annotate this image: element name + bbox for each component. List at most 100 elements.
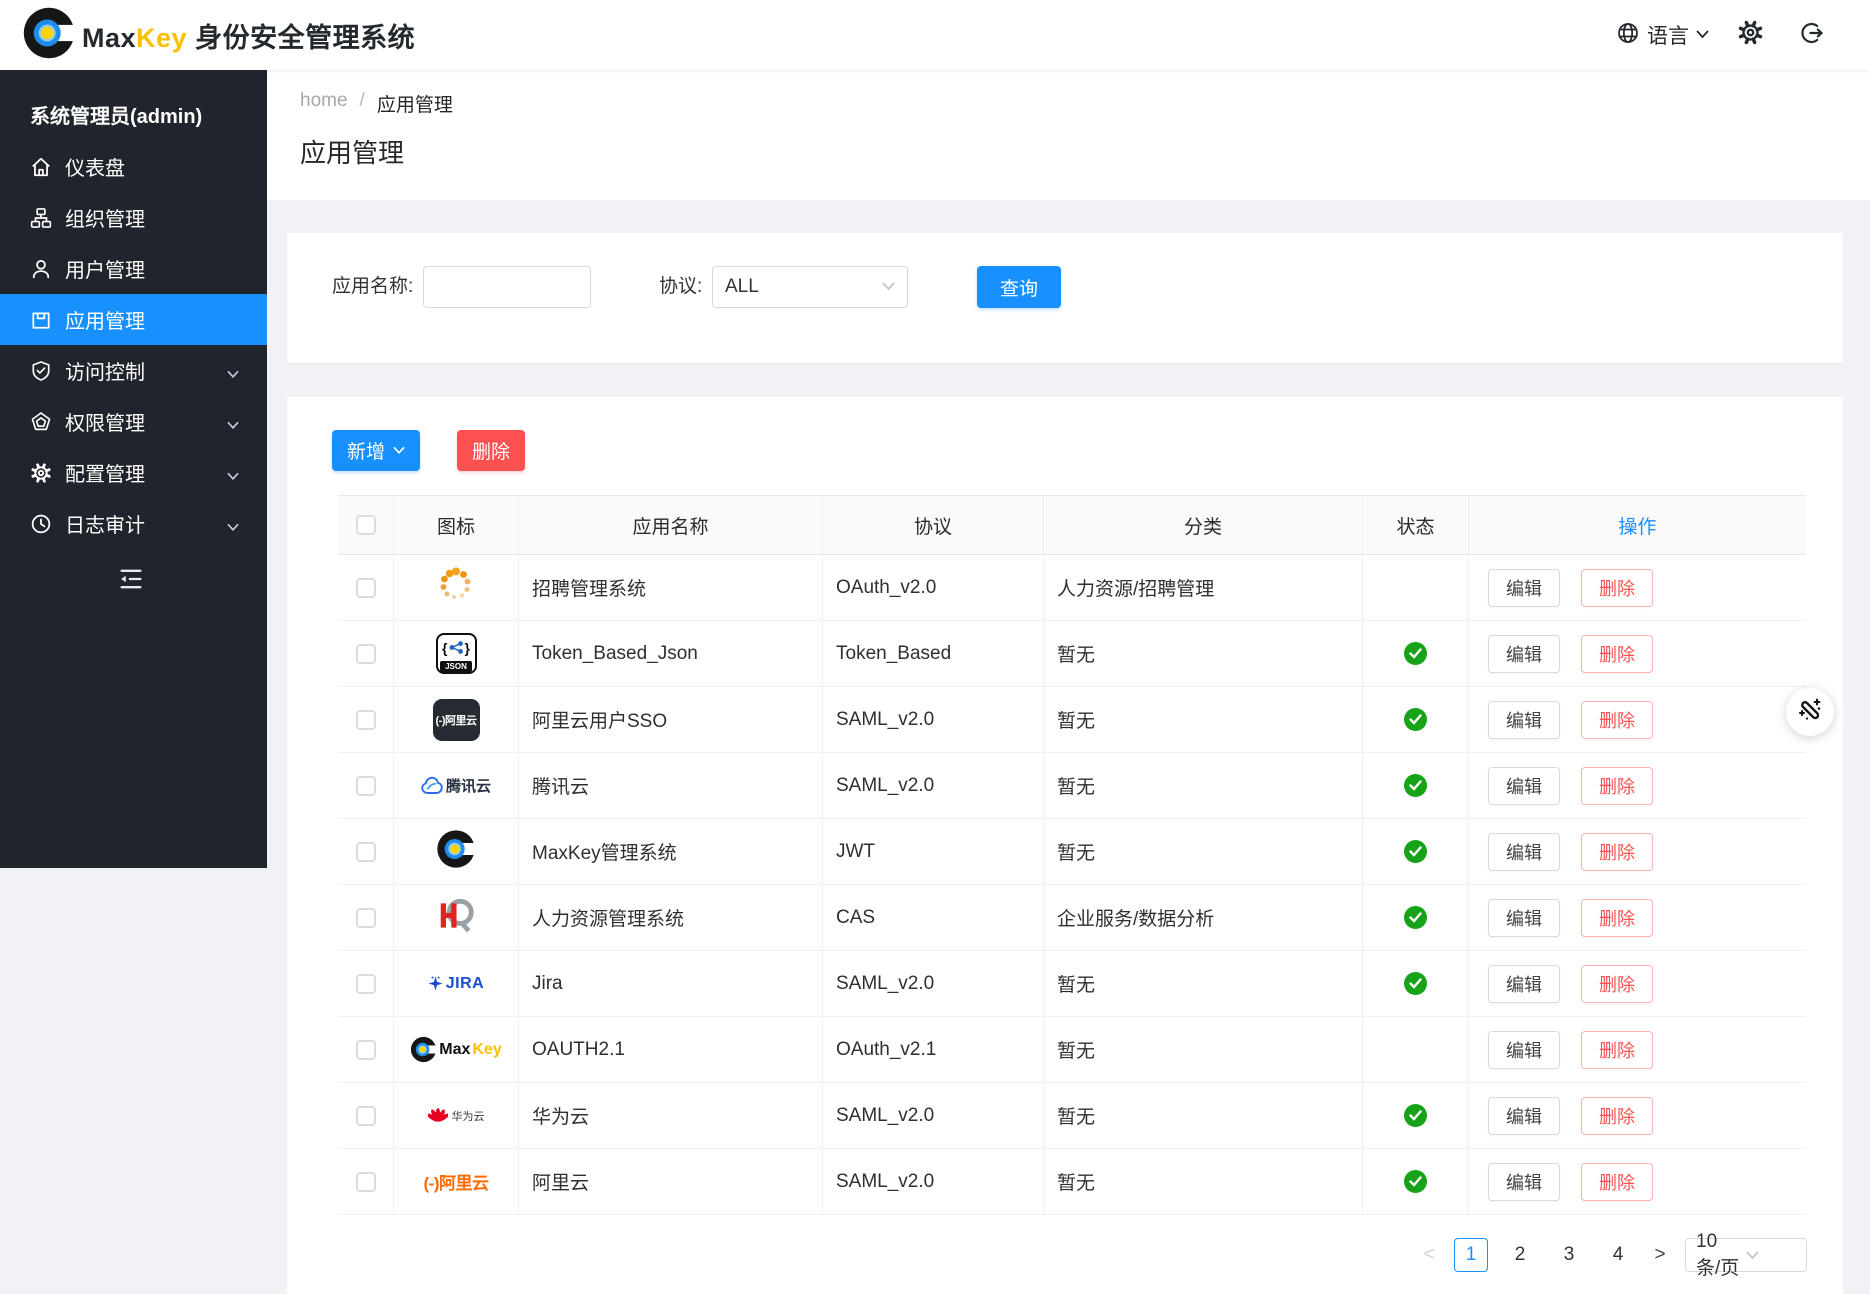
chevron-down-icon [227, 366, 239, 375]
breadcrumb-band: home / 应用管理 应用管理 [267, 70, 1870, 200]
edit-button[interactable]: 编辑 [1488, 1163, 1560, 1201]
row-checkbox[interactable] [356, 974, 376, 994]
sidebar-item-access[interactable]: 访问控制 [0, 345, 267, 396]
delete-row-button[interactable]: 删除 [1581, 965, 1653, 1003]
page-button-4[interactable]: 4 [1601, 1238, 1635, 1272]
edit-button[interactable]: 编辑 [1488, 965, 1560, 1003]
app-header: MaxKey 身份安全管理系统 语言 [0, 0, 1870, 70]
col-header-name: 应用名称 [519, 496, 823, 554]
delete-row-button[interactable]: 删除 [1581, 899, 1653, 937]
sidebar-item-apps[interactable]: 应用管理 [0, 294, 267, 345]
protocol-select[interactable]: ALL [712, 266, 908, 308]
row-checkbox[interactable] [356, 578, 376, 598]
page-size-value: 10 条/页 [1696, 1231, 1746, 1280]
app-protocol: SAML_v2.0 [823, 1083, 1044, 1148]
table-row: MaxKey管理系统 JWT 暂无 编辑 删除 [338, 819, 1806, 885]
sidebar-item-dashboard[interactable]: 仪表盘 [0, 141, 267, 192]
add-button-label: 新增 [347, 437, 385, 464]
next-page-button[interactable]: > [1650, 1244, 1670, 1266]
edit-button[interactable]: 编辑 [1488, 833, 1560, 871]
page-button-3[interactable]: 3 [1552, 1238, 1586, 1272]
app-name-label: 应用名称: [332, 266, 413, 308]
aliyun-dark-icon: (-)阿里云 [433, 699, 480, 741]
row-checkbox[interactable] [356, 908, 376, 928]
app-name: OAUTH2.1 [519, 1017, 823, 1082]
aliyun-orange-icon: (-)阿里云 [424, 1169, 489, 1195]
theme-wand-button[interactable] [1786, 688, 1834, 736]
sidebar-item-label: 用户管理 [65, 254, 145, 283]
breadcrumb-home[interactable]: home [300, 90, 348, 117]
settings-button[interactable] [1733, 0, 1767, 70]
edit-button[interactable]: 编辑 [1488, 569, 1560, 607]
maxkey-logo-icon [22, 6, 76, 65]
table-row: 腾讯云 腾讯云 SAML_v2.0 暂无 编辑 删除 [338, 753, 1806, 819]
edit-button[interactable]: 编辑 [1488, 767, 1560, 805]
logout-button[interactable] [1795, 0, 1829, 70]
sidebar-item-config[interactable]: 配置管理 [0, 447, 267, 498]
sidebar-item-org[interactable]: 组织管理 [0, 192, 267, 243]
delete-row-button[interactable]: 删除 [1581, 767, 1653, 805]
menu-fold-icon[interactable] [116, 565, 146, 593]
page-button-2[interactable]: 2 [1503, 1238, 1537, 1272]
delete-row-button[interactable]: 删除 [1581, 1097, 1653, 1135]
edit-button[interactable]: 编辑 [1488, 1097, 1560, 1135]
status-active-icon [1404, 906, 1427, 929]
edit-button[interactable]: 编辑 [1488, 635, 1560, 673]
col-header-icon: 图标 [394, 496, 519, 554]
table-row: {}JSON Token_Based_Json Token_Based 暂无 编… [338, 621, 1806, 687]
prev-page-button[interactable]: < [1419, 1244, 1439, 1266]
breadcrumb: home / 应用管理 [300, 90, 453, 117]
chevron-down-icon [227, 468, 239, 477]
row-checkbox[interactable] [356, 776, 376, 796]
sidebar-item-label: 访问控制 [65, 356, 145, 385]
table-row: 招聘管理系统 OAuth_v2.0 人力资源/招聘管理 编辑 删除 [338, 555, 1806, 621]
app-protocol: SAML_v2.0 [823, 687, 1044, 752]
row-checkbox[interactable] [356, 842, 376, 862]
bulk-delete-button[interactable]: 删除 [457, 430, 525, 471]
app-category: 暂无 [1044, 621, 1363, 686]
language-switcher[interactable]: 语言 [1616, 0, 1709, 70]
pagination-pages: 1234 [1454, 1238, 1635, 1272]
row-checkbox[interactable] [356, 710, 376, 730]
maxkey-full-icon: MaxKey [410, 1036, 501, 1063]
app-name: Jira [519, 951, 823, 1016]
chevron-down-icon [1696, 26, 1709, 44]
page-size-select[interactable]: 10 条/页 [1685, 1238, 1807, 1272]
select-all-checkbox[interactable] [356, 515, 376, 535]
status-active-icon [1404, 972, 1427, 995]
search-button[interactable]: 查询 [977, 266, 1061, 308]
app-category: 暂无 [1044, 687, 1363, 752]
sidebar-item-permission[interactable]: 权限管理 [0, 396, 267, 447]
chevron-down-icon [227, 417, 239, 426]
edit-button[interactable]: 编辑 [1488, 1031, 1560, 1069]
edit-button[interactable]: 编辑 [1488, 701, 1560, 739]
delete-row-button[interactable]: 删除 [1581, 701, 1653, 739]
delete-row-button[interactable]: 删除 [1581, 1163, 1653, 1201]
delete-row-button[interactable]: 删除 [1581, 569, 1653, 607]
row-checkbox[interactable] [356, 1106, 376, 1126]
clock-icon [30, 513, 52, 535]
row-checkbox[interactable] [356, 1172, 376, 1192]
app-category: 暂无 [1044, 1083, 1363, 1148]
delete-row-button[interactable]: 删除 [1581, 635, 1653, 673]
page-button-1[interactable]: 1 [1454, 1238, 1488, 1272]
add-button[interactable]: 新增 [332, 430, 420, 471]
delete-row-button[interactable]: 删除 [1581, 833, 1653, 871]
user-icon [30, 258, 52, 280]
delete-row-button[interactable]: 删除 [1581, 1031, 1653, 1069]
app-name-input[interactable] [423, 266, 591, 308]
status-active-icon [1404, 1170, 1427, 1193]
jira-icon: JIRA [428, 975, 484, 993]
sidebar-item-label: 组织管理 [65, 203, 145, 232]
magic-wand-icon [1796, 696, 1824, 729]
row-checkbox[interactable] [356, 644, 376, 664]
sidebar-menu: 仪表盘 组织管理 用户管理 应用管理 访问控制 权限管理 配置管理 日志审计 [0, 141, 267, 549]
table-header-row: 图标 应用名称 协议 分类 状态 操作 [338, 495, 1806, 555]
app-name: 阿里云 [519, 1149, 823, 1214]
status-active-icon [1404, 840, 1427, 863]
status-active-icon [1404, 1104, 1427, 1127]
row-checkbox[interactable] [356, 1040, 376, 1060]
sidebar-item-audit[interactable]: 日志审计 [0, 498, 267, 549]
edit-button[interactable]: 编辑 [1488, 899, 1560, 937]
sidebar-item-users[interactable]: 用户管理 [0, 243, 267, 294]
